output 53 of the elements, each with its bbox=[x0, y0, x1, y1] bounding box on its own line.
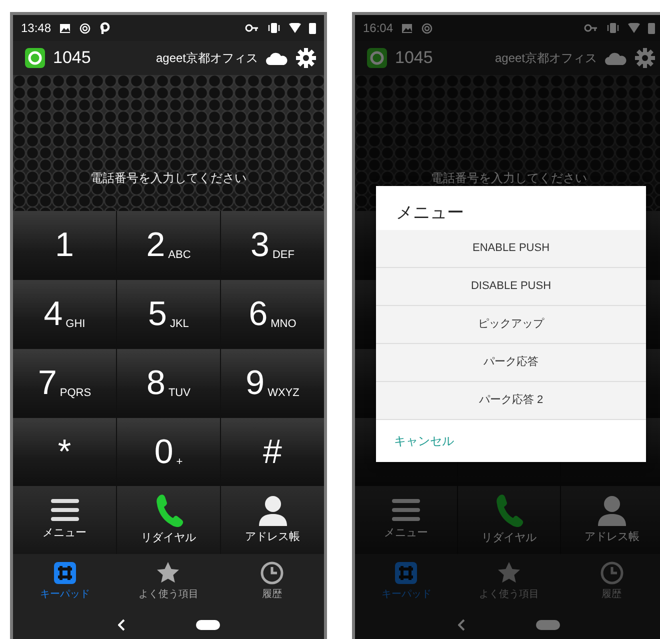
menu-item[interactable]: パーク応答 bbox=[376, 344, 646, 382]
menu-icon bbox=[389, 498, 423, 522]
vibrate-icon bbox=[267, 22, 281, 34]
action-button[interactable]: メニュー bbox=[13, 486, 116, 554]
action-button[interactable]: リダイヤル bbox=[117, 486, 220, 554]
cloud-icon bbox=[605, 51, 627, 65]
clock-icon bbox=[260, 560, 284, 584]
status-time: 13:48 bbox=[21, 20, 52, 37]
battery-icon bbox=[309, 22, 316, 34]
number-prompt: 電話番号を入力してください bbox=[430, 170, 588, 187]
dialog-title: メニュー bbox=[395, 202, 465, 224]
star-icon bbox=[496, 560, 521, 584]
keypad-icon bbox=[394, 560, 418, 584]
person-icon bbox=[596, 494, 628, 526]
swirl-icon bbox=[79, 22, 92, 34]
menu-item[interactable]: DISABLE PUSH bbox=[376, 268, 646, 306]
phone-icon bbox=[154, 493, 184, 528]
cloud-icon bbox=[266, 51, 288, 65]
tab[interactable]: よく使う項目 bbox=[116, 554, 220, 608]
status-time: 16:04 bbox=[363, 20, 394, 37]
extension-number: 1045 bbox=[53, 47, 91, 70]
image-icon bbox=[59, 22, 72, 34]
account-name: ageet京都オフィス bbox=[156, 50, 258, 67]
home-button[interactable] bbox=[196, 620, 220, 630]
account-name: ageet京都オフィス bbox=[494, 50, 597, 67]
status-indicator-icon bbox=[25, 48, 45, 68]
wifi-icon bbox=[289, 23, 301, 33]
action-button[interactable]: アドレス帳 bbox=[221, 486, 324, 554]
back-icon bbox=[458, 619, 466, 631]
extension-number: 1045 bbox=[395, 47, 433, 70]
menu-item[interactable]: パーク応答 2 bbox=[376, 382, 646, 420]
key-icon bbox=[245, 23, 259, 33]
settings-icon bbox=[635, 48, 655, 68]
swirl-icon bbox=[421, 22, 434, 34]
status-indicator-icon bbox=[367, 48, 387, 68]
back-icon bbox=[118, 619, 126, 631]
settings-icon bbox=[296, 48, 316, 68]
vibrate-icon bbox=[606, 22, 620, 34]
phone-icon bbox=[494, 493, 524, 528]
wifi-icon bbox=[628, 23, 640, 33]
menu-item[interactable]: ピックアップ bbox=[376, 306, 646, 344]
menu-item[interactable]: ENABLE PUSH bbox=[376, 230, 646, 268]
person-icon bbox=[256, 494, 288, 526]
tab[interactable]: 履歴 bbox=[220, 554, 324, 608]
image-icon bbox=[401, 22, 414, 34]
clock-icon bbox=[600, 560, 624, 584]
key-icon bbox=[584, 23, 598, 33]
battery-icon bbox=[648, 22, 655, 34]
parking-icon bbox=[99, 22, 112, 34]
number-prompt: 電話番号を入力してください bbox=[90, 170, 248, 187]
star-icon bbox=[156, 560, 180, 584]
tab[interactable]: キーパッド bbox=[13, 554, 117, 608]
keypad-icon bbox=[52, 560, 77, 584]
